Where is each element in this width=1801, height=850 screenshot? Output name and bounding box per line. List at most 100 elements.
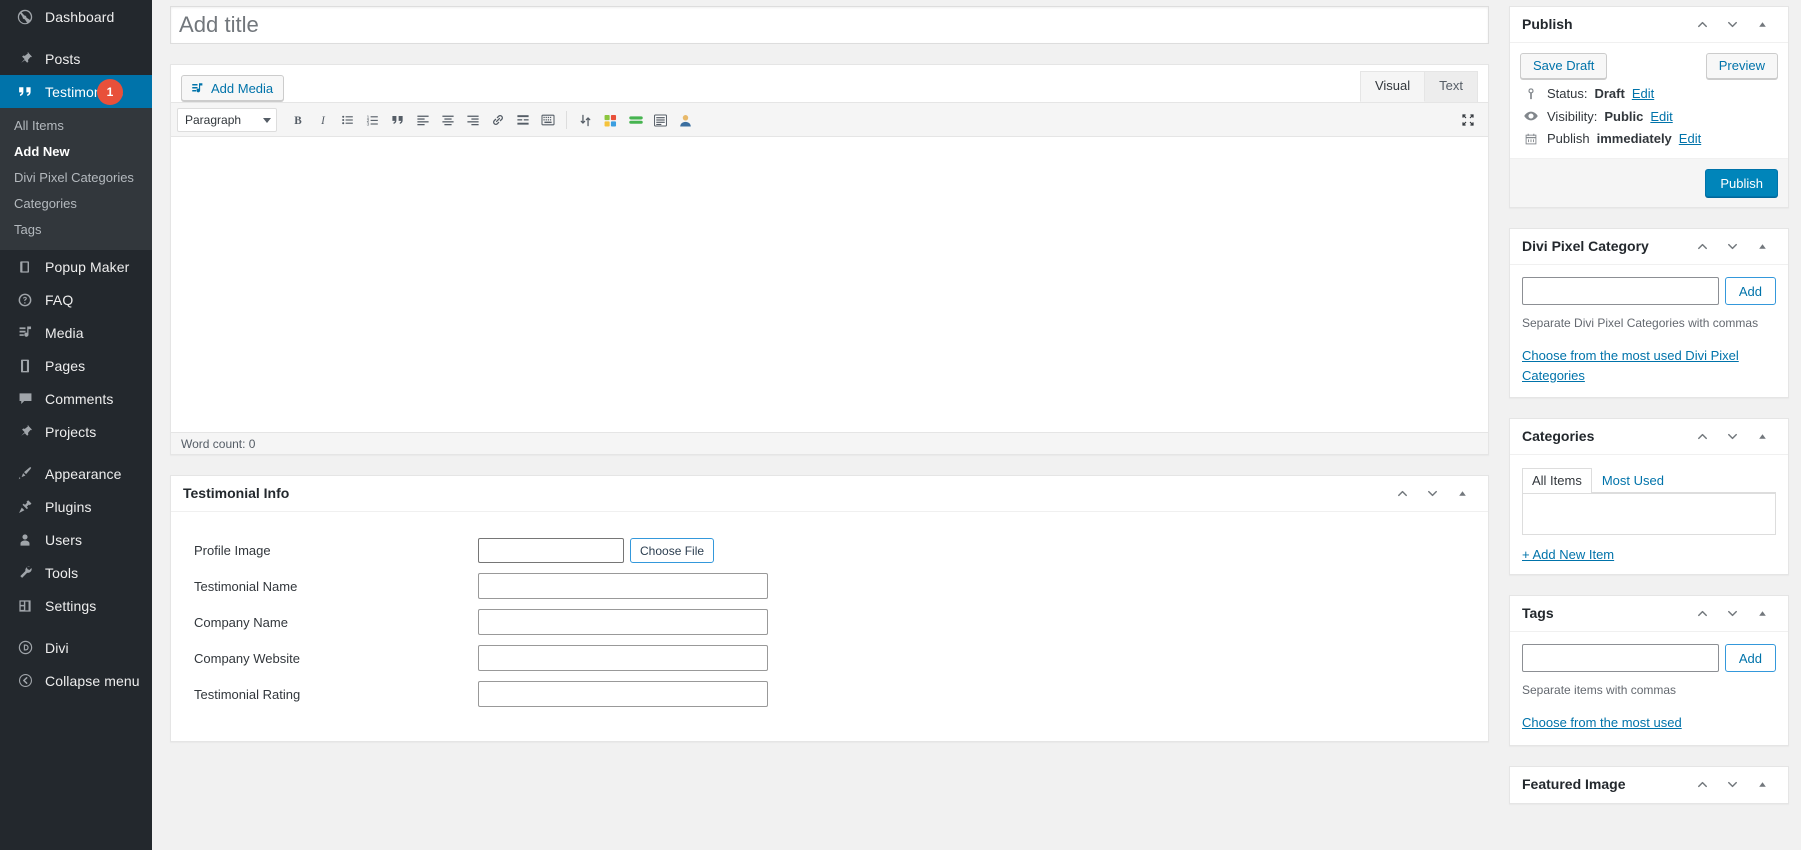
testimonial-rating-input[interactable]: [478, 681, 768, 707]
numbered-list-icon[interactable]: 123: [360, 109, 385, 131]
submenu-item-all-items[interactable]: All Items: [0, 113, 152, 139]
divi-pixel-category-input[interactable]: [1522, 277, 1719, 305]
testimonial-name-input[interactable]: [478, 573, 768, 599]
tab-all-items[interactable]: All Items: [1522, 468, 1592, 493]
button-icon[interactable]: [623, 109, 648, 131]
handle-actions: [1688, 233, 1776, 261]
align-left-icon[interactable]: [410, 109, 435, 131]
status-edit-link[interactable]: Edit: [1632, 86, 1654, 101]
schedule-edit-link[interactable]: Edit: [1679, 131, 1701, 146]
sidebar-item-label: Media: [45, 324, 84, 341]
move-up-icon[interactable]: [1688, 423, 1716, 451]
sidebar-item-plugins[interactable]: Plugins: [0, 490, 152, 523]
tags-input[interactable]: [1522, 644, 1719, 672]
sidebar-item-tools[interactable]: Tools: [0, 556, 152, 589]
divi-pixel-category-add-button[interactable]: Add: [1724, 277, 1776, 305]
company-website-input[interactable]: [478, 645, 768, 671]
sidebar-item-divi[interactable]: Divi: [0, 631, 152, 664]
sidebar-item-settings[interactable]: Settings: [0, 589, 152, 622]
add-new-item-link[interactable]: + Add New Item: [1522, 547, 1614, 562]
publish-actions: Save Draft Preview: [1510, 43, 1788, 79]
categories-checklist[interactable]: [1522, 493, 1776, 535]
post-title-input[interactable]: [170, 6, 1489, 44]
italic-icon[interactable]: I: [310, 109, 335, 131]
sidebar-item-testimonials[interactable]: Testimonials 1: [0, 75, 152, 108]
tab-text[interactable]: Text: [1425, 71, 1478, 102]
post-visibility-row: Visibility: Public Edit: [1510, 108, 1788, 131]
publish-button[interactable]: Publish: [1705, 169, 1778, 197]
bold-icon[interactable]: B: [285, 109, 310, 131]
sidebar-item-label: FAQ: [45, 291, 74, 308]
move-up-icon[interactable]: [1688, 600, 1716, 628]
featured-image-metabox: Featured Image: [1509, 765, 1789, 804]
move-up-icon[interactable]: [1688, 233, 1716, 261]
sidebar-item-media[interactable]: Media: [0, 316, 152, 349]
sidebar-item-collapse-menu[interactable]: Collapse menu: [0, 664, 152, 697]
toolbar-separator: [566, 111, 567, 129]
sidebar-item-projects[interactable]: Projects: [0, 415, 152, 448]
visibility-edit-link[interactable]: Edit: [1650, 109, 1672, 124]
shortcodes-icon[interactable]: [598, 109, 623, 131]
sidebar-item-label: Collapse menu: [45, 672, 140, 689]
profile-image-input[interactable]: [478, 538, 624, 563]
pin-icon: [14, 423, 36, 440]
move-up-icon[interactable]: [1688, 11, 1716, 39]
sidebar-item-appearance[interactable]: Appearance: [0, 457, 152, 490]
toggle-panel-icon[interactable]: [1748, 600, 1776, 628]
submenu-item-categories[interactable]: Categories: [0, 191, 152, 217]
toggle-panel-icon[interactable]: [1748, 11, 1776, 39]
sidebar-item-pages[interactable]: Pages: [0, 349, 152, 382]
link-icon[interactable]: [485, 109, 510, 131]
toolbar-toggle-icon[interactable]: [535, 109, 560, 131]
blockquote-icon[interactable]: [385, 109, 410, 131]
choose-most-used-tags-link[interactable]: Choose from the most used: [1522, 715, 1682, 730]
sidebar-item-comments[interactable]: Comments: [0, 382, 152, 415]
align-center-icon[interactable]: [435, 109, 460, 131]
bulleted-list-icon[interactable]: [335, 109, 360, 131]
sidebar-item-dashboard[interactable]: Dashboard: [0, 0, 152, 33]
tags-add-button[interactable]: Add: [1724, 644, 1776, 672]
save-draft-button[interactable]: Save Draft: [1520, 53, 1608, 79]
move-down-icon[interactable]: [1718, 423, 1746, 451]
tab-most-used[interactable]: Most Used: [1592, 468, 1674, 493]
list-block-icon[interactable]: [648, 109, 673, 131]
format-select[interactable]: Paragraph: [177, 108, 277, 132]
divi-pixel-category-header: Divi Pixel Category: [1510, 229, 1788, 265]
toggle-panel-icon[interactable]: [1448, 480, 1476, 508]
featured-image-title: Featured Image: [1522, 775, 1626, 792]
read-more-icon[interactable]: [510, 109, 535, 131]
choose-file-button[interactable]: Choose File: [630, 538, 715, 563]
move-down-icon[interactable]: [1418, 480, 1446, 508]
sidebar-item-popup-maker[interactable]: Popup Maker: [0, 250, 152, 283]
move-down-icon[interactable]: [1718, 233, 1746, 261]
align-right-icon[interactable]: [460, 109, 485, 131]
move-up-icon[interactable]: [1688, 771, 1716, 799]
toggle-panel-icon[interactable]: [1748, 423, 1776, 451]
pin-icon: [14, 50, 36, 67]
divi-builder-icon[interactable]: [573, 109, 598, 131]
choose-most-used-divi-pixel-link[interactable]: Choose from the most used Divi Pixel Cat…: [1522, 348, 1739, 383]
tab-visual[interactable]: Visual: [1359, 71, 1426, 102]
person-icon[interactable]: [673, 109, 698, 131]
pin-status-icon: [1522, 87, 1540, 101]
toggle-panel-icon[interactable]: [1748, 771, 1776, 799]
featured-image-header: Featured Image: [1510, 767, 1788, 803]
submenu-item-tags[interactable]: Tags: [0, 217, 152, 243]
editor-content-area[interactable]: [171, 137, 1488, 432]
tags-helper: Separate items with commas: [1522, 683, 1677, 697]
sidebar-item-faq[interactable]: FAQ: [0, 283, 152, 316]
toggle-panel-icon[interactable]: [1748, 233, 1776, 261]
preview-button[interactable]: Preview: [1705, 53, 1778, 79]
submenu-item-divi-pixel-categories[interactable]: Divi Pixel Categories: [0, 165, 152, 191]
sidebar-item-posts[interactable]: Posts: [0, 42, 152, 75]
company-name-input[interactable]: [478, 609, 768, 635]
move-down-icon[interactable]: [1718, 600, 1746, 628]
move-down-icon[interactable]: [1718, 11, 1746, 39]
field-label: Profile Image: [194, 543, 271, 558]
move-down-icon[interactable]: [1718, 771, 1746, 799]
move-up-icon[interactable]: [1388, 480, 1416, 508]
submenu-item-add-new[interactable]: Add New: [0, 139, 152, 165]
distraction-free-icon[interactable]: [1456, 109, 1480, 131]
add-media-button[interactable]: Add Media: [181, 75, 285, 101]
sidebar-item-users[interactable]: Users: [0, 523, 152, 556]
